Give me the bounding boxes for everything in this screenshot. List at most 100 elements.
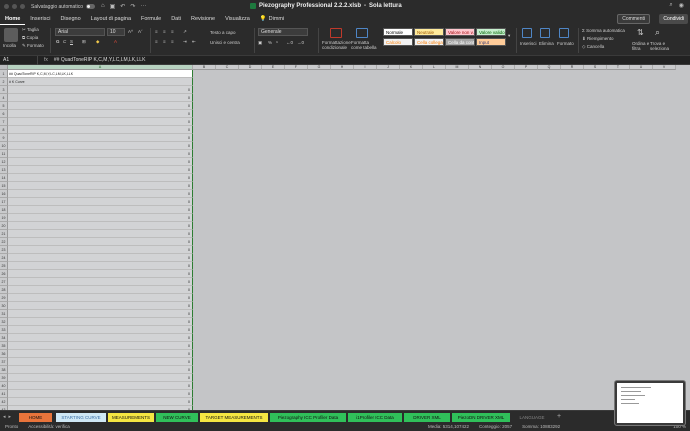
empty-cells[interactable] [193, 70, 690, 78]
empty-cells[interactable] [193, 94, 690, 102]
cell-a[interactable]: 0 [8, 222, 193, 230]
zoom-window-button[interactable] [20, 4, 25, 9]
fill-button[interactable]: ⬇ Riempimento [582, 36, 614, 42]
cell-a[interactable]: 0 [8, 342, 193, 350]
search-icon[interactable]: ⌕ [669, 2, 672, 9]
cell-a[interactable]: 0 [8, 102, 193, 110]
cell-a[interactable]: 0 [8, 182, 193, 190]
cell-a[interactable]: 0 [8, 118, 193, 126]
empty-cells[interactable] [193, 118, 690, 126]
row-header[interactable]: 8 [0, 126, 8, 134]
italic-icon[interactable]: C [63, 39, 66, 44]
sort-filter-icon[interactable]: ⇅ [637, 28, 644, 37]
borders-icon[interactable]: ⊞ [82, 39, 86, 45]
empty-cells[interactable] [193, 182, 690, 190]
empty-cells[interactable] [193, 78, 690, 86]
comments-button[interactable]: Commenti [617, 14, 650, 24]
add-sheet-icon[interactable]: + [557, 413, 561, 420]
outdent-icon[interactable]: ⇤ [192, 39, 196, 45]
empty-cells[interactable] [193, 214, 690, 222]
more-icon[interactable]: ··· [140, 3, 146, 10]
style-input[interactable]: Input [476, 38, 506, 46]
empty-cells[interactable] [193, 278, 690, 286]
cell-a[interactable]: 0 [8, 310, 193, 318]
empty-cells[interactable] [193, 350, 690, 358]
row-header[interactable]: 1 [0, 70, 8, 78]
row-header[interactable]: 30 [0, 302, 8, 310]
empty-cells[interactable] [193, 110, 690, 118]
align-right-icon[interactable]: ≡ [171, 39, 174, 44]
cell-a[interactable]: 0 [8, 374, 193, 382]
cell-a[interactable]: 0 [8, 86, 193, 94]
empty-cells[interactable] [193, 334, 690, 342]
sort-filter-label[interactable]: Ordina e filtra [632, 41, 650, 51]
sheet-tab-piezography-icc-profiler-data[interactable]: Piezography ICC Profiler Data [270, 413, 346, 422]
align-left-icon[interactable]: ≡ [155, 39, 158, 44]
align-bottom-icon[interactable]: ≡ [171, 29, 174, 34]
row-header[interactable]: 42 [0, 398, 8, 406]
format-as-table-label[interactable]: Formatta come tabella [351, 40, 379, 50]
row-header[interactable]: 4 [0, 94, 8, 102]
wrap-text-button[interactable]: Testo a capo [210, 30, 236, 35]
sheet-tab-i1profiler-icc-data[interactable]: i1Profiler ICC Data [348, 413, 402, 422]
conditional-format-icon[interactable] [330, 28, 342, 38]
empty-cells[interactable] [193, 190, 690, 198]
align-top-icon[interactable]: ≡ [155, 29, 158, 34]
row-header[interactable]: 37 [0, 358, 8, 366]
underline-icon[interactable]: S [70, 39, 73, 44]
paste-label[interactable]: Incolla [3, 43, 16, 48]
row-header[interactable]: 21 [0, 230, 8, 238]
sheet-tab-starting-curve[interactable]: STARTING CURVE [56, 413, 106, 422]
row-header[interactable]: 38 [0, 366, 8, 374]
empty-cells[interactable] [193, 238, 690, 246]
indent-icon[interactable]: ⇥ [183, 39, 187, 45]
shrink-font-icon[interactable]: Aˇ [138, 29, 143, 34]
row-header[interactable]: 7 [0, 118, 8, 126]
empty-cells[interactable] [193, 86, 690, 94]
fill-color-icon[interactable]: ◆ [96, 39, 99, 45]
font-name-select[interactable]: Arial [55, 28, 105, 36]
row-header[interactable]: 24 [0, 254, 8, 262]
find-select-label[interactable]: Trova e seleziona [650, 41, 674, 51]
autosum-button[interactable]: Σ Somma automatica [582, 28, 625, 33]
cell-a[interactable]: 0 [8, 150, 193, 158]
spreadsheet-grid[interactable]: ABCDEFGHIJKLMNOPQRSTUV 1 ## QuadToneRIP K… [0, 65, 690, 410]
empty-cells[interactable] [193, 134, 690, 142]
empty-cells[interactable] [193, 366, 690, 374]
format-as-table-icon[interactable] [356, 28, 368, 38]
copy-button[interactable]: ⧉ Copia [22, 35, 38, 40]
row-header[interactable]: 9 [0, 134, 8, 142]
increase-decimal-icon[interactable]: ←0 [286, 40, 293, 45]
style-normal[interactable]: Normale [383, 28, 413, 36]
empty-cells[interactable] [193, 262, 690, 270]
cell-a[interactable]: 0 [8, 398, 193, 406]
currency-icon[interactable]: ▣ [258, 40, 262, 46]
cell-a[interactable]: 0 [8, 302, 193, 310]
bold-icon[interactable]: G [56, 39, 60, 44]
undo-icon[interactable]: ↶ [120, 3, 125, 10]
empty-cells[interactable] [193, 222, 690, 230]
decrease-decimal-icon[interactable]: →0 [297, 40, 304, 45]
cell-a[interactable]: 0 [8, 254, 193, 262]
tab-page-layout[interactable]: Layout di pagina [86, 13, 136, 25]
cut-button[interactable]: ✂ Taglia [22, 27, 39, 33]
tell-me[interactable]: 💡 Dimmi [255, 13, 289, 25]
style-good[interactable]: Valore valido [476, 28, 506, 36]
row-header[interactable]: 27 [0, 278, 8, 286]
cell-a[interactable]: 0 [8, 246, 193, 254]
cell-a[interactable]: 0 [8, 238, 193, 246]
number-format-select[interactable]: Generale [258, 28, 308, 36]
home-icon[interactable]: ⌂ [101, 3, 105, 10]
empty-cells[interactable] [193, 166, 690, 174]
empty-cells[interactable] [193, 102, 690, 110]
empty-cells[interactable] [193, 142, 690, 150]
style-calculation[interactable]: Calcolo [383, 38, 413, 46]
row-header[interactable]: 18 [0, 206, 8, 214]
row-header[interactable]: 41 [0, 390, 8, 398]
row-header[interactable]: 11 [0, 150, 8, 158]
cell-a[interactable]: 0 [8, 270, 193, 278]
sheet-tab-driver-xml[interactable]: DRIVER XML [404, 413, 450, 422]
close-window-button[interactable] [4, 4, 9, 9]
cell-a[interactable]: ## QuadToneRIP K,C,M,Y,LC,LM,LK,LLK [8, 70, 193, 78]
row-header[interactable]: 33 [0, 326, 8, 334]
